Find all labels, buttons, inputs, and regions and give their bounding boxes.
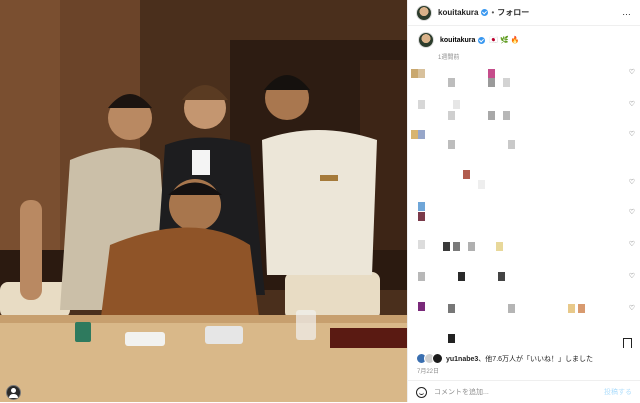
user-icon[interactable] <box>6 385 21 400</box>
post-comment-button[interactable]: 投稿する <box>604 387 632 397</box>
blurred-comment-pixel <box>488 78 495 87</box>
heart-icon[interactable]: ♡ <box>629 130 635 138</box>
post-side-panel: kouitakura • フォロー … kouitakura 🇯🇵 🌿 🔥 1週… <box>407 0 640 402</box>
post-photo[interactable] <box>0 0 407 402</box>
comment-composer: コメントを追加... 投稿する <box>408 380 640 403</box>
caption-emoji: 🇯🇵 🌿 🔥 <box>489 37 520 44</box>
blurred-comment-pixel <box>578 304 585 313</box>
liker-avatar <box>432 353 443 364</box>
liker-username[interactable]: yu1nabe3 <box>446 356 478 363</box>
verified-badge-icon <box>478 36 486 44</box>
emoji-icon[interactable] <box>416 386 427 398</box>
bookmark-icon[interactable] <box>623 338 632 351</box>
blurred-comment-pixel <box>458 272 465 281</box>
comments-list: ♡ ♡ ♡ ♡ ♡ ♡ ♡ ♡ <box>408 60 640 350</box>
blurred-comment-pixel <box>448 140 455 149</box>
blurred-comment-pixel <box>508 304 515 313</box>
blurred-comment-pixel <box>503 78 510 87</box>
likes-text: yu1nabe3、他7.6万人が「いいね！」しました <box>446 354 593 364</box>
comment-input[interactable]: コメントを追加... <box>434 387 604 397</box>
blurred-comment-pixel <box>468 242 475 251</box>
heart-icon[interactable]: ♡ <box>629 100 635 108</box>
blurred-comment-pixel <box>453 242 460 251</box>
blurred-comment-pixel <box>418 130 425 139</box>
heart-icon[interactable]: ♡ <box>629 304 635 312</box>
blurred-comment-pixel <box>411 69 418 78</box>
heart-icon[interactable]: ♡ <box>629 178 635 186</box>
verified-badge-icon <box>481 9 489 16</box>
blurred-comment-pixel <box>463 170 470 179</box>
blurred-comment-pixel <box>568 304 575 313</box>
blurred-comment-pixel <box>418 302 425 311</box>
blurred-comment-pixel <box>498 272 505 281</box>
blurred-comment-pixel <box>448 334 455 343</box>
likes-suffix: 、他7.6万人が「いいね！」しました <box>478 355 594 363</box>
blurred-comment-pixel <box>503 111 510 120</box>
heart-icon[interactable]: ♡ <box>629 272 635 280</box>
avatar[interactable] <box>416 4 432 21</box>
likes-summary[interactable]: yu1nabe3、他7.6万人が「いいね！」しました <box>416 353 593 364</box>
blurred-comment-pixel <box>488 69 495 78</box>
blurred-comment-pixel <box>418 272 425 281</box>
heart-icon[interactable]: ♡ <box>629 208 635 216</box>
blurred-comment-pixel <box>411 130 418 139</box>
blurred-comment-pixel <box>418 69 425 78</box>
blurred-comment-pixel <box>418 240 425 249</box>
blurred-comment-pixel <box>508 140 515 149</box>
blurred-comment-pixel <box>453 100 460 109</box>
more-options-icon[interactable]: … <box>622 7 632 17</box>
blurred-comment-pixel <box>418 212 425 221</box>
caption-username[interactable]: kouitakura <box>440 37 475 44</box>
blurred-comment-pixel <box>448 304 455 313</box>
caption: kouitakura 🇯🇵 🌿 🔥 1週間前 <box>418 32 519 61</box>
blurred-comment-pixel <box>478 180 485 189</box>
photo-illustration <box>0 0 407 402</box>
blurred-comment-pixel <box>448 78 455 87</box>
separator-dot: • <box>491 8 495 17</box>
heart-icon[interactable]: ♡ <box>629 68 635 76</box>
heart-icon[interactable]: ♡ <box>629 240 635 248</box>
blurred-comment-pixel <box>448 111 455 120</box>
header-username[interactable]: kouitakura <box>438 8 478 17</box>
post-date: 7月22日 <box>417 369 440 375</box>
follow-button[interactable]: フォロー <box>497 7 529 18</box>
caption-avatar[interactable] <box>418 32 434 48</box>
blurred-comment-pixel <box>418 100 425 109</box>
post-header: kouitakura • フォロー … <box>408 0 640 26</box>
blurred-comment-pixel <box>488 111 495 120</box>
blurred-comment-pixel <box>443 242 450 251</box>
blurred-comment-pixel <box>496 242 503 251</box>
blurred-comment-pixel <box>418 202 425 211</box>
